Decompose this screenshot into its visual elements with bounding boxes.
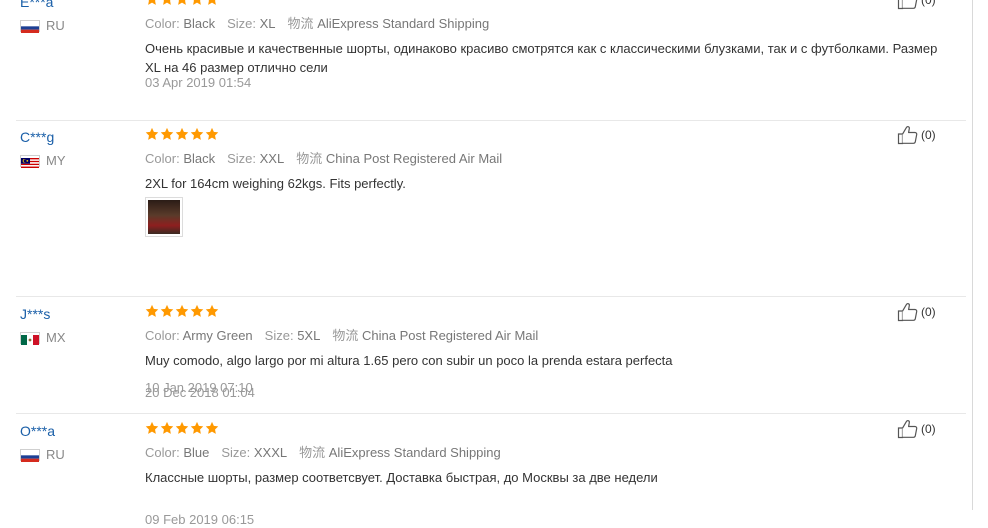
star-rating [145,304,219,318]
thumbs-up-icon [897,419,919,439]
star-icon [175,304,189,318]
reviewer-name[interactable]: C***g [20,128,54,146]
color-label: Color: [145,445,180,460]
like-count: (0) [921,0,936,7]
star-icon [160,304,174,318]
helpful-like-button[interactable]: (0) [897,125,936,145]
star-icon [205,304,219,318]
size-value: XXL [259,151,285,166]
star-rating [145,0,219,6]
review-divider [16,296,966,297]
review-photo-thumbnail[interactable] [145,197,183,237]
color-value: Army Green [182,328,253,343]
star-icon [205,421,219,435]
reviewer-name[interactable]: O***a [20,422,55,440]
thumbs-up-icon [897,125,919,145]
color-value: Black [183,16,216,31]
feedback-text: Классные шорты, размер соответсвует. Дос… [145,470,658,485]
like-count: (0) [921,422,936,436]
size-label: Size: [264,328,294,343]
shipping-label: 物流 [296,151,323,166]
review-date: 03 Apr 2019 01:54 [145,75,252,90]
star-icon [160,127,174,141]
color-label: Color: [145,328,180,343]
review-divider [16,413,966,414]
order-info: Color: Blue Size: XXXL 物流 AliExpress Stand… [145,445,501,461]
star-icon [160,421,174,435]
size-label: Size: [227,151,257,166]
star-icon [145,0,159,6]
reviewer-name[interactable]: J***s [20,305,50,323]
ru-flag-icon [20,449,40,462]
feedback-text: 2XL for 164cm weighing 62kgs. Fits perfe… [145,176,406,191]
mx-flag-icon [20,332,40,345]
like-count: (0) [921,305,936,319]
reviewer-country: RU [20,19,65,33]
country-code: MY [46,153,66,168]
helpful-like-button[interactable]: (0) [897,302,936,322]
thumbs-up-icon [897,302,919,322]
size-value: XXXL [253,445,288,460]
size-value: XL [259,16,276,31]
reviewer-name[interactable]: E***a [20,0,53,11]
star-icon [190,0,204,6]
star-icon [175,0,189,6]
reviewer-country: MY [20,154,66,168]
size-label: Size: [221,445,251,460]
like-count: (0) [921,128,936,142]
star-icon [145,127,159,141]
star-icon [190,304,204,318]
order-info: Color: Black Size: XXL 物流 China Post Regis… [145,151,502,167]
star-icon [145,421,159,435]
color-label: Color: [145,16,180,31]
star-icon [205,0,219,6]
review-divider [16,120,966,121]
country-code: RU [46,447,65,462]
photo-image [148,200,180,234]
star-icon [175,421,189,435]
shipping-label: 物流 [332,328,359,343]
reviewer-country: MX [20,331,66,345]
shipping-value: China Post Registered Air Mail [325,151,503,166]
size-label: Size: [227,16,257,31]
shipping-label: 物流 [299,445,326,460]
color-value: Black [183,151,216,166]
color-label: Color: [145,151,180,166]
star-icon [160,0,174,6]
star-icon [190,421,204,435]
reviewer-country: RU [20,448,65,462]
shipping-value: AliExpress Standard Shipping [317,16,490,31]
country-code: RU [46,18,65,33]
star-icon [205,127,219,141]
star-icon [145,304,159,318]
ru-flag-icon [20,20,40,33]
shipping-label: 物流 [287,16,314,31]
shipping-value: China Post Registered Air Mail [361,328,539,343]
size-value: 5XL [297,328,321,343]
scrollbar-track[interactable] [972,0,973,510]
my-flag-icon [20,155,40,168]
review-date: 10 Jan 2019 07:10 [145,380,253,395]
helpful-like-button[interactable]: (0) [897,0,936,10]
shipping-value: AliExpress Standard Shipping [328,445,501,460]
star-rating [145,127,219,141]
star-icon [190,127,204,141]
helpful-like-button[interactable]: (0) [897,419,936,439]
star-icon [175,127,189,141]
thumbs-up-icon [897,0,919,10]
review-date: 09 Feb 2019 06:15 [145,512,255,527]
feedback-text: Очень красивые и качественные шорты, оди… [145,41,938,75]
color-value: Blue [183,445,210,460]
feedback-text: Muy comodo, algo largo por mi altura 1.6… [145,353,673,368]
star-rating [145,421,219,435]
country-code: MX [46,330,66,345]
order-info: Color: Black Size: XL 物流 AliExpress Standa… [145,16,489,32]
order-info: Color: Army Green Size: 5XL 物流 China Post … [145,328,538,344]
